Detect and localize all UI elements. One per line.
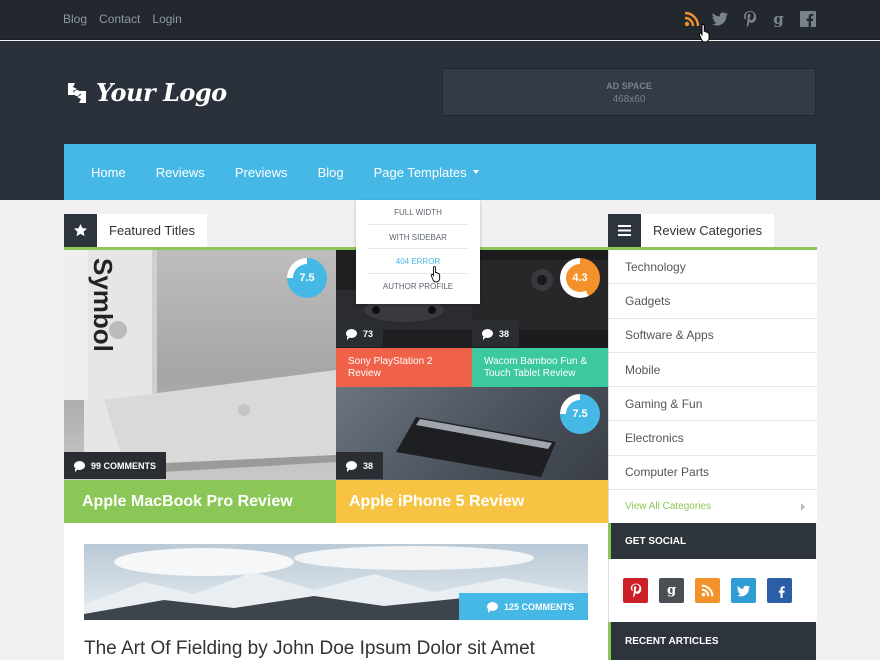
- category-electronics[interactable]: Electronics: [609, 421, 817, 456]
- chevron-right-icon: [801, 502, 805, 511]
- rating-value: 7.5: [566, 400, 594, 428]
- hand-cursor-icon: [430, 266, 441, 283]
- category-technology[interactable]: Technology: [609, 250, 817, 285]
- category-list: Technology Gadgets Software & Apps Mobil…: [608, 250, 817, 525]
- tile-caption[interactable]: Apple MacBook Pro Review: [64, 480, 336, 523]
- hand-cursor-icon: [698, 23, 710, 43]
- view-all-categories-link[interactable]: View All Categories: [609, 490, 817, 525]
- rating-badge: 4.3: [560, 258, 600, 298]
- dropdown-item-author-profile[interactable]: AUTHOR PROFILE: [368, 274, 468, 299]
- top-link-blog[interactable]: Blog: [63, 12, 87, 26]
- nav-item-reviews[interactable]: Reviews: [156, 165, 205, 180]
- comment-count-label: 38: [363, 460, 374, 471]
- social-buttons: g: [608, 559, 817, 622]
- featured-heading-label: Featured Titles: [97, 214, 207, 247]
- tile-caption[interactable]: Apple iPhone 5 Review: [336, 480, 608, 523]
- comment-count-label: 99 COMMENTS: [91, 460, 157, 471]
- rss-icon[interactable]: [695, 578, 720, 603]
- comment-count-label: 73: [363, 328, 374, 339]
- facebook-icon[interactable]: [799, 10, 816, 27]
- google-plus-icon[interactable]: g: [770, 10, 787, 28]
- article-comment-count-label: 125 COMMENTS: [503, 601, 574, 612]
- facebook-icon[interactable]: [767, 578, 792, 603]
- category-gaming-fun[interactable]: Gaming & Fun: [609, 387, 817, 422]
- category-gadgets[interactable]: Gadgets: [609, 284, 817, 319]
- page-templates-dropdown: FULL WIDTH WITH SIDEBAR 404 ERROR AUTHOR…: [356, 200, 480, 304]
- rating-value: 4.3: [566, 264, 594, 292]
- svg-text:Symbol: Symbol: [88, 258, 118, 352]
- star-icon: [64, 214, 97, 247]
- featured-heading: Featured Titles: [64, 214, 207, 247]
- top-link-contact[interactable]: Contact: [99, 12, 140, 26]
- google-plus-icon[interactable]: g: [659, 578, 684, 603]
- article-card: 125 COMMENTS The Art Of Fielding by John…: [64, 523, 608, 660]
- twitter-icon[interactable]: [712, 10, 729, 27]
- category-mobile[interactable]: Mobile: [609, 353, 817, 388]
- article-comment-count[interactable]: 125 COMMENTS: [458, 593, 588, 620]
- rating-badge: 7.5: [287, 258, 327, 298]
- category-software-apps[interactable]: Software & Apps: [609, 319, 817, 353]
- ad-size: 468x60: [612, 94, 646, 105]
- review-categories-label: Review Categories: [641, 214, 775, 247]
- ad-label: AD SPACE: [606, 81, 652, 91]
- comment-count-label: 38: [499, 328, 510, 339]
- view-all-categories-label: View All Categories: [625, 501, 711, 513]
- comment-bubble-icon: [486, 602, 498, 613]
- category-computer-parts[interactable]: Computer Parts: [609, 456, 817, 491]
- top-link-login[interactable]: Login: [152, 12, 181, 26]
- nav-item-page-templates[interactable]: Page Templates: [374, 165, 479, 180]
- comment-bubble-icon: [346, 329, 357, 340]
- comment-count[interactable]: 38: [472, 320, 520, 347]
- dropdown-item-full-width[interactable]: FULL WIDTH: [368, 200, 468, 225]
- menu-icon: [608, 214, 641, 247]
- comment-count[interactable]: 38: [336, 452, 384, 479]
- logo-text: Your Logo: [96, 78, 227, 107]
- review-categories-heading: Review Categories: [608, 214, 775, 247]
- comment-bubble-icon: [74, 461, 85, 472]
- recent-articles-heading: RECENT ARTICLES: [608, 622, 816, 660]
- top-links: Blog Contact Login: [63, 12, 182, 26]
- site-logo[interactable]: Your Logo: [64, 78, 227, 107]
- caret-down-icon: [472, 170, 479, 174]
- logo-mark-icon: [68, 82, 86, 103]
- nav-item-home[interactable]: Home: [91, 165, 126, 180]
- nav-item-previews[interactable]: Previews: [235, 165, 288, 180]
- top-bar: Blog Contact Login g: [0, 0, 880, 40]
- rating-badge: 7.5: [560, 394, 600, 434]
- pinterest-icon[interactable]: [623, 578, 648, 603]
- comment-bubble-icon: [346, 461, 357, 472]
- nav-item-blog[interactable]: Blog: [318, 165, 344, 180]
- comment-count[interactable]: 73: [336, 320, 384, 347]
- dropdown-item-with-sidebar[interactable]: WITH SIDEBAR: [368, 225, 468, 249]
- nav-item-page-templates-label: Page Templates: [373, 164, 467, 180]
- tile-caption[interactable]: Wacom Bamboo Fun & Touch Tablet Review: [472, 348, 608, 387]
- pinterest-icon[interactable]: [741, 10, 758, 27]
- comment-count[interactable]: 99 COMMENTS: [64, 452, 167, 479]
- tile-caption[interactable]: Sony PlayStation 2 Review: [336, 348, 472, 387]
- dropdown-item-404-error[interactable]: 404 ERROR: [368, 249, 468, 274]
- article-image[interactable]: 125 COMMENTS: [84, 544, 588, 620]
- article-title[interactable]: The Art Of Fielding by John Doe Ipsum Do…: [84, 638, 535, 660]
- comment-bubble-icon: [482, 329, 493, 340]
- get-social-heading: GET SOCIAL: [608, 523, 816, 559]
- main-nav: Home Reviews Previews Blog Page Template…: [64, 144, 816, 200]
- rating-value: 7.5: [293, 264, 321, 292]
- ad-space[interactable]: AD SPACE 468x60: [442, 68, 816, 116]
- twitter-icon[interactable]: [731, 578, 756, 603]
